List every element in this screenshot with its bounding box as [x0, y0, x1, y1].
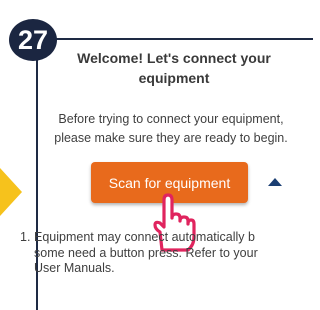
panel-title-line2: equipment: [138, 70, 210, 86]
note-number: 1.: [20, 230, 31, 244]
description-line2: please make sure they are ready to begin…: [54, 131, 288, 145]
panel-title-line1: Welcome! Let's connect your: [77, 50, 271, 66]
yellow-arrow-hint: [0, 168, 22, 216]
note-line3: User Manuals.: [34, 261, 115, 275]
panel-description: Before trying to connect your equipment,…: [36, 110, 306, 148]
description-line1: Before trying to connect your equipment,: [58, 112, 284, 126]
triangle-up-icon[interactable]: [268, 178, 282, 186]
notes-list: 1. Equipment may connect automatically b …: [20, 230, 310, 277]
panel-title: Welcome! Let's connect your equipment: [36, 48, 312, 88]
list-item: 1. Equipment may connect automatically b …: [20, 230, 310, 277]
note-line1: Equipment may connect automatically b: [34, 230, 255, 244]
note-line2: some need a button press. Refer to your: [34, 245, 258, 260]
